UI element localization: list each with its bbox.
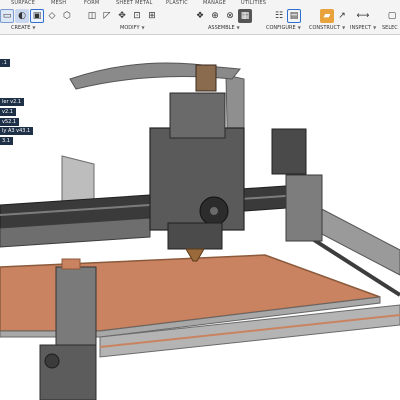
tab-plastic[interactable]: PLASTIC xyxy=(166,0,188,6)
fan-hub xyxy=(210,207,218,215)
configure-table-icon[interactable]: ☷ xyxy=(272,9,286,23)
chevron-down-icon: ▼ xyxy=(342,25,346,30)
rigid-group-icon[interactable]: ▦ xyxy=(238,9,252,23)
shell-icon[interactable]: ⊡ xyxy=(130,9,144,23)
tab-form[interactable]: FORM xyxy=(84,0,99,6)
browser-item-5[interactable]: ly A3 v43.1 xyxy=(0,127,34,135)
assemble-menu[interactable]: ASSEMBLE ▼ xyxy=(208,25,240,31)
configure-menu[interactable]: CONFIGURE ▼ xyxy=(266,25,301,31)
sweep-icon[interactable]: ◇ xyxy=(45,9,59,23)
extruder-housing xyxy=(169,92,226,139)
tab-sheet-metal[interactable]: SHEET METAL xyxy=(116,0,152,6)
modify-menu[interactable]: MODIFY ▼ xyxy=(120,25,145,31)
select-menu[interactable]: SELEC xyxy=(382,25,398,31)
tab-utilities[interactable]: UTILITIES xyxy=(241,0,266,6)
toolbar: SURFACE MESH FORM SHEET METAL PLASTIC MA… xyxy=(0,0,400,35)
browser-item-6[interactable]: 3.1 xyxy=(0,137,13,145)
browser-item-3[interactable]: v2.1 xyxy=(0,108,16,116)
browser-item-4[interactable]: v52.1 xyxy=(0,118,20,126)
y-stepper-motor xyxy=(271,128,307,175)
z-motor-mount xyxy=(39,344,97,400)
extrude-icon[interactable]: ▭ xyxy=(0,9,14,23)
tab-surface[interactable]: SURFACE xyxy=(11,0,35,6)
configure-theme-icon[interactable]: ▤ xyxy=(287,9,301,23)
joint-icon[interactable]: ⊕ xyxy=(208,9,222,23)
3d-viewport[interactable] xyxy=(0,35,400,400)
chevron-down-icon: ▼ xyxy=(373,25,377,30)
move-icon[interactable]: ✥ xyxy=(115,9,129,23)
construct-menu[interactable]: CONSTRUCT ▼ xyxy=(309,25,345,31)
chevron-down-icon: ▼ xyxy=(297,25,301,30)
front-left-corner-block xyxy=(55,266,97,348)
axis-icon[interactable]: ↗ xyxy=(335,9,349,23)
chevron-down-icon: ▼ xyxy=(32,25,36,30)
browser-item-1[interactable]: .1 xyxy=(0,59,10,67)
right-carriage xyxy=(285,174,323,242)
spool-arm xyxy=(195,64,217,92)
left-endstop-bracket xyxy=(61,258,81,270)
chevron-down-icon: ▼ xyxy=(141,25,145,30)
box-icon[interactable]: ▣ xyxy=(30,9,44,23)
inspect-menu[interactable]: INSPECT ▼ xyxy=(350,25,376,31)
loft-icon[interactable]: ⬡ xyxy=(60,9,74,23)
fillet-icon[interactable]: ◸ xyxy=(100,9,114,23)
z-pulley xyxy=(44,353,60,369)
tab-mesh[interactable]: MESH xyxy=(51,0,66,6)
revolve-icon[interactable]: ◐ xyxy=(15,9,29,23)
offset-plane-icon[interactable]: ▰ xyxy=(320,9,334,23)
select-icon[interactable]: ▢ xyxy=(385,9,399,23)
as-built-joint-icon[interactable]: ⊗ xyxy=(223,9,237,23)
browser-item-2[interactable]: ler v2.1 xyxy=(0,98,25,106)
create-menu[interactable]: CREATE ▼ xyxy=(11,25,35,31)
align-icon[interactable]: ⊞ xyxy=(145,9,159,23)
chevron-down-icon: ▼ xyxy=(236,25,240,30)
measure-icon[interactable]: ⟷ xyxy=(356,9,370,23)
new-component-icon[interactable]: ❖ xyxy=(193,9,207,23)
tab-manage[interactable]: MANAGE xyxy=(203,0,226,6)
hotend-shroud xyxy=(167,222,223,250)
press-pull-icon[interactable]: ◫ xyxy=(85,9,99,23)
toolhead-body xyxy=(149,127,245,231)
